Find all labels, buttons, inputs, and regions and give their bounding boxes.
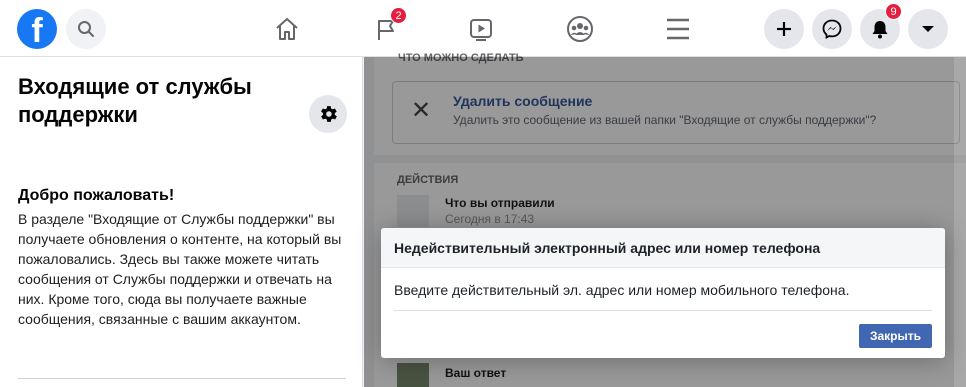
create-button[interactable] bbox=[764, 9, 804, 49]
bell-icon bbox=[872, 21, 888, 39]
gear-icon bbox=[321, 106, 337, 122]
divider bbox=[18, 378, 346, 379]
close-button[interactable]: Закрыть bbox=[858, 324, 932, 348]
dialog-message: Введите действительный эл. адрес или ном… bbox=[394, 282, 850, 298]
hamburger-icon bbox=[667, 18, 689, 40]
groups-tab[interactable] bbox=[560, 8, 600, 50]
divider bbox=[394, 310, 932, 311]
top-navigation-bar: f 2 9 bbox=[0, 0, 966, 57]
groups-icon bbox=[567, 16, 593, 42]
search-icon bbox=[78, 21, 94, 37]
error-dialog: Недействительный электронный адрес или н… bbox=[381, 228, 945, 358]
search-button[interactable] bbox=[66, 9, 106, 49]
account-menu-button[interactable] bbox=[908, 9, 948, 49]
messenger-button[interactable] bbox=[812, 9, 852, 49]
dialog-title: Недействительный электронный адрес или н… bbox=[381, 228, 945, 268]
menu-tab[interactable] bbox=[658, 8, 698, 50]
pages-tab[interactable]: 2 bbox=[366, 7, 407, 50]
pages-badge: 2 bbox=[390, 7, 407, 24]
facebook-logo[interactable]: f bbox=[17, 9, 57, 49]
home-tab[interactable] bbox=[267, 8, 307, 50]
video-icon bbox=[470, 19, 492, 41]
settings-button[interactable] bbox=[309, 95, 347, 133]
messenger-icon bbox=[822, 19, 842, 39]
plus-icon bbox=[777, 22, 791, 36]
welcome-text: В разделе "Входящие от Службы поддержки"… bbox=[18, 211, 342, 327]
notifications-badge: 9 bbox=[885, 3, 902, 20]
watch-tab[interactable] bbox=[461, 8, 501, 50]
notifications-button[interactable]: 9 bbox=[860, 3, 902, 49]
caret-down-icon bbox=[922, 26, 934, 32]
scrollbar[interactable] bbox=[954, 57, 966, 387]
page-title: Входящие от службы поддержки bbox=[18, 74, 252, 127]
support-inbox-sidebar: Входящие от службы поддержки Добро пожал… bbox=[0, 57, 363, 387]
welcome-title: Добро пожаловать! bbox=[18, 187, 175, 204]
home-icon bbox=[276, 18, 298, 40]
